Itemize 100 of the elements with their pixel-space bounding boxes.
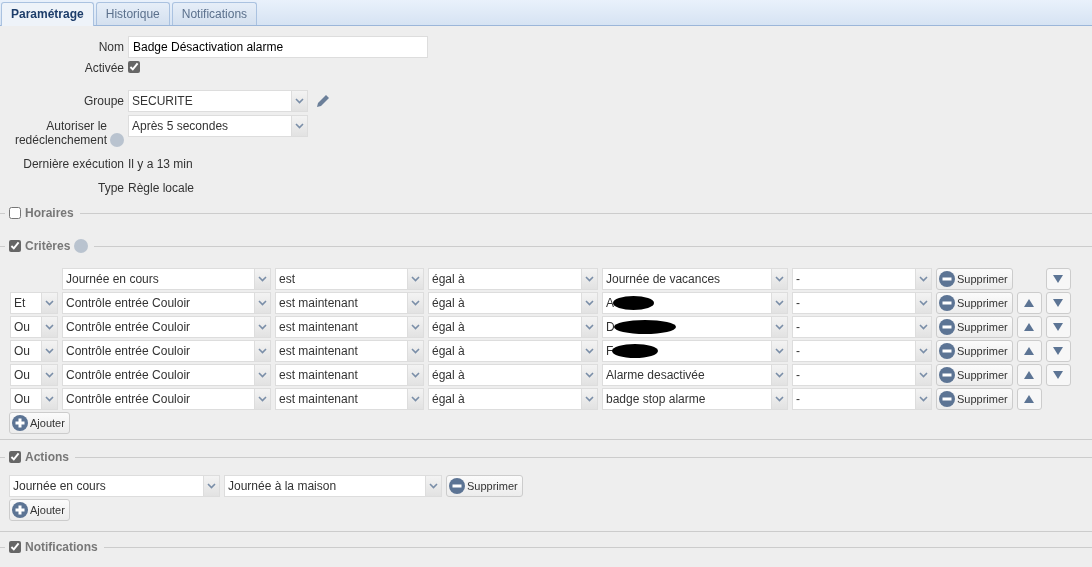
select-field[interactable]: est maintenant	[275, 340, 424, 362]
caret-icon	[258, 276, 267, 282]
triangle-up-icon	[1024, 395, 1035, 403]
move-down-button[interactable]	[1045, 340, 1071, 362]
select-field[interactable]: Après 5 secondes	[128, 115, 308, 137]
move-up-button[interactable]	[1016, 316, 1042, 338]
select-field[interactable]: Ou	[10, 388, 58, 410]
delete-button[interactable]: Supprimer	[936, 292, 1013, 314]
plus-icon	[12, 415, 28, 431]
field-label: Dernière exécution	[23, 157, 124, 171]
caret-icon	[295, 123, 304, 129]
pencil-icon[interactable]	[315, 93, 331, 109]
caret-icon	[45, 396, 54, 402]
select-field[interactable]: Journée de vacances	[602, 268, 788, 290]
select-field[interactable]: est maintenant	[275, 292, 424, 314]
delete-button[interactable]: Supprimer	[936, 316, 1013, 338]
caret-icon	[775, 276, 784, 282]
caret-icon	[585, 276, 594, 282]
caret-icon	[775, 348, 784, 354]
caret-icon	[411, 396, 420, 402]
field-label: Activée	[84, 61, 124, 75]
select-field[interactable]: est maintenant	[275, 316, 424, 338]
add-button[interactable]: Ajouter	[9, 499, 70, 521]
select-field[interactable]: est maintenant	[275, 388, 424, 410]
select-field[interactable]: Journée en cours	[9, 475, 220, 497]
caret-icon	[919, 396, 928, 402]
triangle-up-icon	[1024, 299, 1035, 307]
move-up-button[interactable]	[1016, 292, 1042, 314]
section-title: Critères	[25, 238, 71, 255]
move-up-button[interactable]	[1016, 388, 1042, 410]
move-down-button[interactable]	[1045, 316, 1071, 338]
delete-button[interactable]: Supprimer	[446, 475, 523, 497]
select-field[interactable]: Et	[10, 292, 58, 314]
section-title: Horaires	[25, 205, 74, 222]
caret-icon	[919, 300, 928, 306]
checkbox[interactable]	[9, 451, 21, 463]
select-field[interactable]: est maintenant	[275, 364, 424, 386]
select-field[interactable]: Ou	[10, 364, 58, 386]
select-field[interactable]: D	[602, 316, 788, 338]
minus-icon	[939, 295, 955, 311]
delete-button[interactable]: Supprimer	[936, 388, 1013, 410]
tab[interactable]: Historique	[95, 2, 170, 25]
select-field[interactable]: Contrôle entrée Couloir	[62, 364, 271, 386]
select-field[interactable]: égal à	[428, 364, 598, 386]
checkbox[interactable]	[128, 61, 140, 73]
add-button[interactable]: Ajouter	[9, 412, 70, 434]
select-field[interactable]: Alarme desactivée	[602, 364, 788, 386]
select-field[interactable]: -	[792, 388, 932, 410]
select-field[interactable]: Journée en cours	[62, 268, 271, 290]
caret-icon	[258, 324, 267, 330]
select-field[interactable]: badge stop alarme	[602, 388, 788, 410]
select-field[interactable]: Contrôle entrée Couloir	[62, 388, 271, 410]
select-field[interactable]: -	[792, 316, 932, 338]
delete-button[interactable]: Supprimer	[936, 364, 1013, 386]
select-field[interactable]: égal à	[428, 316, 598, 338]
select-field[interactable]: Contrôle entrée Couloir	[62, 340, 271, 362]
delete-button[interactable]: Supprimer	[936, 268, 1013, 290]
caret-icon	[775, 324, 784, 330]
select-field[interactable]: Ou	[10, 316, 58, 338]
move-down-button[interactable]	[1045, 364, 1071, 386]
delete-button[interactable]: Supprimer	[936, 340, 1013, 362]
caret-icon	[45, 372, 54, 378]
caret-icon	[411, 372, 420, 378]
minus-icon	[939, 391, 955, 407]
move-up-button[interactable]	[1016, 364, 1042, 386]
select-field[interactable]: égal à	[428, 292, 598, 314]
tab[interactable]: Paramétrage	[1, 2, 94, 26]
move-down-button[interactable]	[1045, 292, 1071, 314]
select-field[interactable]: A	[602, 292, 788, 314]
move-up-button[interactable]	[1016, 340, 1042, 362]
caret-icon	[258, 300, 267, 306]
select-field[interactable]: -	[792, 340, 932, 362]
text-field[interactable]: Badge Désactivation alarme	[128, 36, 428, 58]
checkbox[interactable]	[9, 541, 21, 553]
select-field[interactable]: -	[792, 364, 932, 386]
select-field[interactable]: égal à	[428, 340, 598, 362]
select-field[interactable]: Contrôle entrée Couloir	[62, 316, 271, 338]
select-field[interactable]: -	[792, 292, 932, 314]
select-field[interactable]: égal à	[428, 388, 598, 410]
caret-icon	[411, 300, 420, 306]
checkbox[interactable]	[9, 207, 21, 219]
field-label: Groupe	[83, 94, 124, 108]
tab[interactable]: Notifications	[171, 2, 258, 25]
select-field[interactable]: est	[275, 268, 424, 290]
select-field[interactable]: Journée à la maison	[224, 475, 442, 497]
caret-icon	[258, 372, 267, 378]
minus-icon	[449, 478, 465, 494]
checkbox[interactable]	[9, 240, 21, 252]
triangle-down-icon	[1053, 275, 1064, 283]
select-field[interactable]: -	[792, 268, 932, 290]
move-down-button[interactable]	[1045, 268, 1071, 290]
minus-icon	[939, 343, 955, 359]
select-field[interactable]: Contrôle entrée Couloir	[62, 292, 271, 314]
field-label: Type	[98, 181, 124, 195]
select-field[interactable]: F	[602, 340, 788, 362]
caret-icon	[585, 324, 594, 330]
select-field[interactable]: SECURITE	[128, 90, 308, 112]
select-field[interactable]: Ou	[10, 340, 58, 362]
select-field[interactable]: égal à	[428, 268, 598, 290]
caret-icon	[585, 348, 594, 354]
